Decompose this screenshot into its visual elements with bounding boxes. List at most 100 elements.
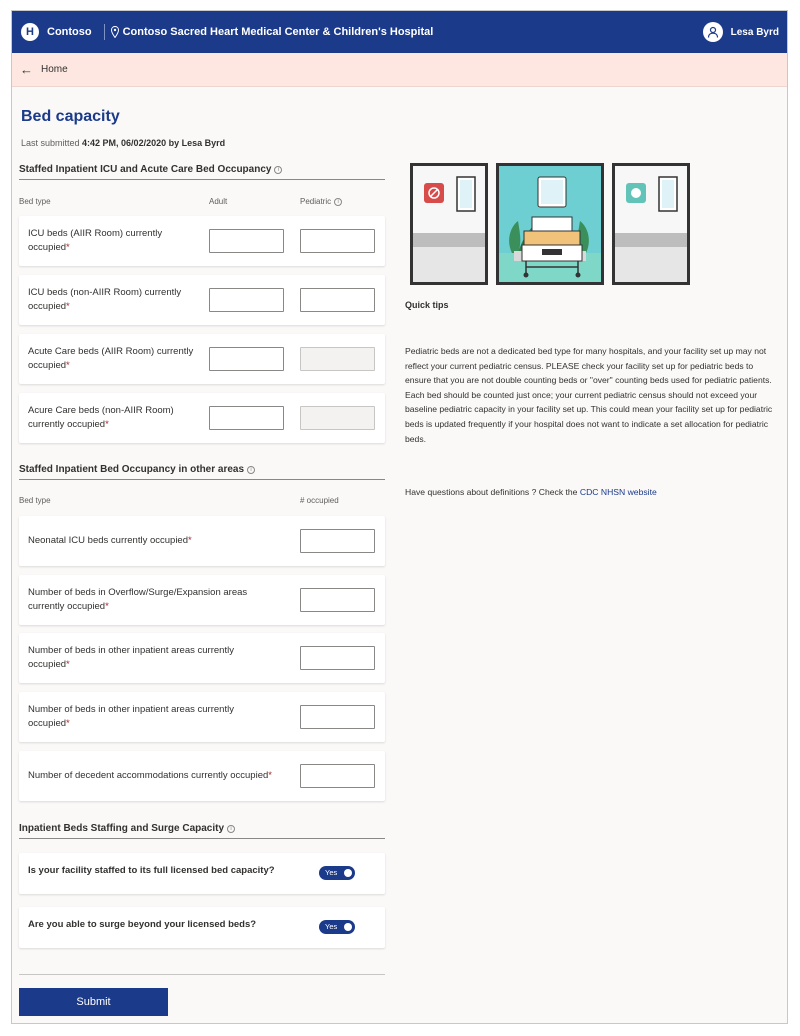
bed-row-text: Number of decedent accommodations curren… [28,770,269,781]
col-bed-type: Bed type [19,197,51,206]
occupied-input[interactable] [300,588,375,612]
required-mark: * [66,301,70,312]
header-divider [103,24,105,40]
bed-row: Neonatal ICU beds currently occupied* [19,516,385,566]
bed-row-label: Number of beds in Overflow/Surge/Expansi… [28,586,268,614]
form-divider [19,974,385,975]
staffed-full-capacity-toggle[interactable]: Yes [319,866,355,880]
section-icu-acute: Staffed Inpatient ICU and Acute Care Bed… [19,164,385,180]
user-menu[interactable]: Lesa Byrd [702,22,779,42]
top-bar: H Contoso Contoso Sacred Heart Medical C… [12,11,787,53]
bed-row-label: ICU beds (AIIR Room) currently occupied* [28,227,188,255]
cdc-nhsn-link[interactable]: CDC NHSN website [580,487,657,497]
definitions-help: Have questions about definitions ? Check… [405,487,657,497]
pediatric-input[interactable] [300,229,375,253]
app-frame: H Contoso Contoso Sacred Heart Medical C… [11,10,788,1024]
occupied-input[interactable] [300,705,375,729]
info-icon[interactable]: i [227,825,236,833]
breadcrumb-bar: ← Home [12,53,787,87]
col-occupied: # occupied [300,496,339,505]
bed-row-label: ICU beds (non-AIIR Room) currently occup… [28,286,198,314]
quick-tips-body: Pediatric beds are not a dedicated bed t… [405,346,773,444]
hospital-logo-icon: H [21,23,39,41]
toggle-knob [344,869,352,877]
bed-row: Number of decedent accommodations curren… [19,751,385,801]
occupied-input[interactable] [300,646,375,670]
facility-name: Contoso Sacred Heart Medical Center & Ch… [122,26,434,38]
col-pediatric: Pediatric i [300,197,343,206]
bed-row-text: Number of beds in Overflow/Surge/Expansi… [28,587,248,612]
bed-row-text: Acure Care beds (non-AIIR Room) currentl… [28,405,174,430]
last-submitted: Last submitted 4:42 PM, 06/02/2020 by Le… [21,138,225,148]
last-submitted-prefix: Last submitted [21,138,83,148]
toggle-label: Yes [325,922,338,931]
back-arrow-icon[interactable]: ← [20,62,33,77]
adult-input[interactable] [209,406,284,430]
home-link[interactable]: Home [41,64,68,75]
required-mark: * [188,535,192,546]
bed-row: ICU beds (non-AIIR Room) currently occup… [19,275,385,325]
question-row: Are you able to surge beyond your licens… [19,907,385,948]
bed-row: Number of beds in other inpatient areas … [19,692,385,742]
surge-beyond-toggle[interactable]: Yes [319,920,355,934]
toggle-knob [344,923,352,931]
pediatric-input-disabled [300,347,375,371]
bed-row-text: ICU beds (non-AIIR Room) currently occup… [28,287,182,312]
col-bed-type: Bed type [19,496,51,505]
bed-row: Number of beds in Overflow/Surge/Expansi… [19,575,385,625]
section-icu-acute-title: Staffed Inpatient ICU and Acute Care Bed… [19,164,272,175]
submit-button[interactable]: Submit [19,988,168,1016]
user-avatar-icon [702,22,723,42]
occupied-input[interactable] [300,764,375,788]
definitions-help-text: Have questions about definitions ? Check… [405,487,580,497]
question-label: Is your facility staffed to its full lic… [28,865,275,876]
adult-input[interactable] [209,288,284,312]
adult-input[interactable] [209,347,284,371]
bed-row-label: Acure Care beds (non-AIIR Room) currentl… [28,404,188,432]
last-submitted-value: 4:42 PM, 06/02/2020 by Lesa Byrd [82,138,226,148]
bed-row-label: Number of decedent accommodations curren… [28,769,300,783]
required-mark: * [268,770,272,781]
bed-row: Number of beds in other inpatient areas … [19,633,385,683]
required-mark: * [66,659,70,670]
bed-row-text: Number of beds in other inpatient areas … [28,704,234,729]
bed-row-label: Number of beds in other inpatient areas … [28,644,258,672]
bed-row-text: Number of beds in other inpatient areas … [28,645,234,670]
pediatric-input-disabled [300,406,375,430]
section-other-areas: Staffed Inpatient Bed Occupancy in other… [19,464,385,480]
question-row: Is your facility staffed to its full lic… [19,853,385,894]
bed-row-label: Acute Care beds (AIIR Room) currently oc… [28,345,206,373]
bed-row: ICU beds (AIIR Room) currently occupied* [19,216,385,266]
quick-tips-title: Quick tips [405,300,449,310]
user-name: Lesa Byrd [730,26,779,38]
occupied-input[interactable] [300,529,375,553]
bed-row-text: ICU beds (AIIR Room) currently occupied [28,228,163,253]
section-other-areas-title: Staffed Inpatient Bed Occupancy in other… [19,464,245,475]
toggle-label: Yes [325,868,338,877]
brand-name: Contoso [47,26,92,38]
hospital-room-illustration [410,163,690,285]
bed-row-label: Number of beds in other inpatient areas … [28,703,258,731]
info-icon[interactable]: i [334,198,343,206]
info-icon[interactable]: i [247,466,256,474]
bed-row-text: Neonatal ICU beds currently occupied [28,535,189,546]
adult-input[interactable] [209,229,284,253]
bed-row: Acure Care beds (non-AIIR Room) currentl… [19,393,385,443]
section-staffing-surge: Inpatient Beds Staffing and Surge Capaci… [19,823,385,839]
page-title: Bed capacity [21,108,120,125]
section-staffing-surge-title: Inpatient Beds Staffing and Surge Capaci… [19,823,225,834]
required-mark: * [66,242,70,253]
info-icon[interactable]: i [274,166,283,174]
question-label: Are you able to surge beyond your licens… [28,919,257,930]
required-mark: * [66,718,70,729]
bed-row: Acute Care beds (AIIR Room) currently oc… [19,334,385,384]
required-mark: * [105,419,109,430]
bed-row-text: Acute Care beds (AIIR Room) currently oc… [28,346,194,371]
pediatric-input[interactable] [300,288,375,312]
required-mark: * [66,360,70,371]
col-pediatric-label: Pediatric [300,197,332,206]
location-pin-icon [110,26,119,38]
col-adult: Adult [209,197,228,206]
required-mark: * [105,601,109,612]
bed-row-label: Neonatal ICU beds currently occupied* [28,534,288,548]
